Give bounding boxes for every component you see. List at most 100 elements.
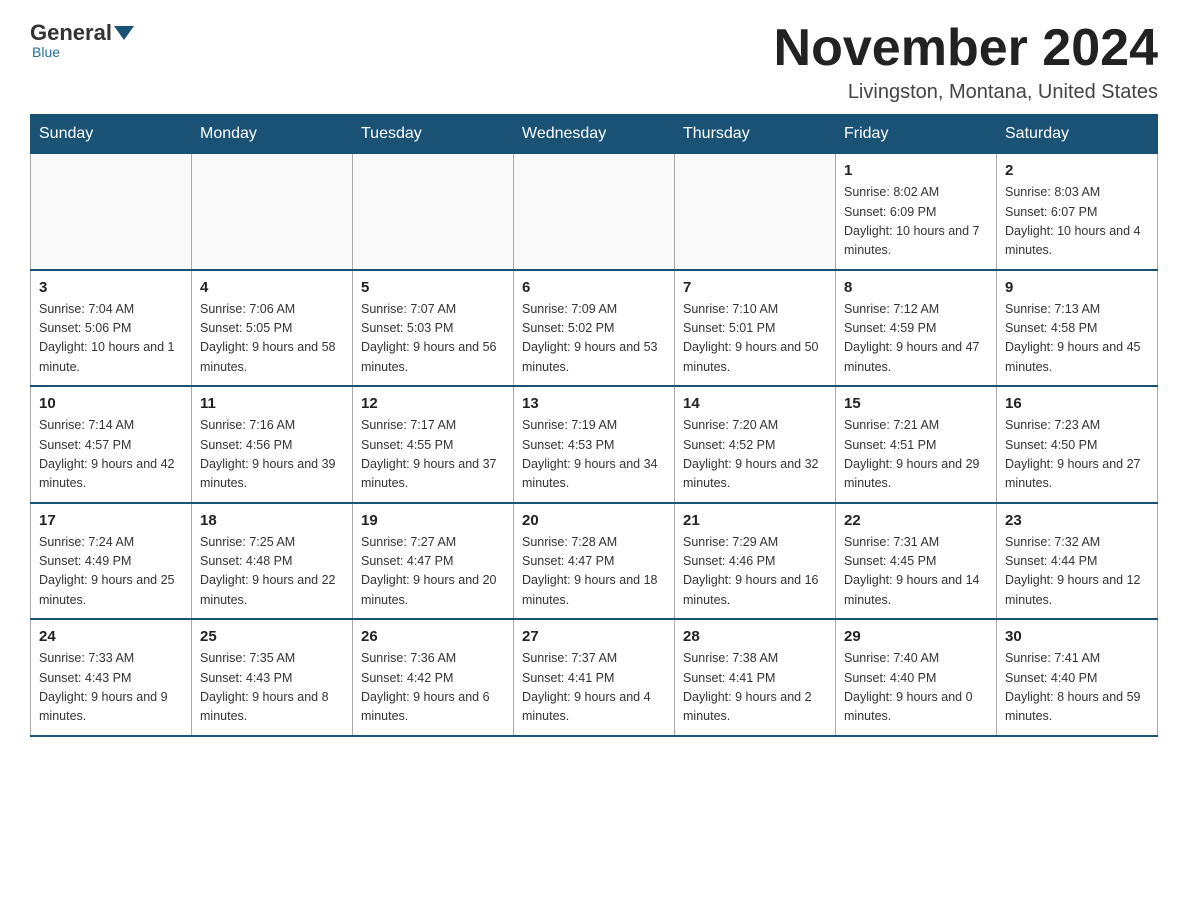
day-number: 4 [200,279,344,296]
day-number: 17 [39,512,183,529]
sun-info: Sunrise: 7:32 AMSunset: 4:44 PMDaylight:… [1005,533,1149,611]
calendar-cell: 21 Sunrise: 7:29 AMSunset: 4:46 PMDayligh… [675,503,836,620]
sun-info: Sunrise: 7:35 AMSunset: 4:43 PMDaylight:… [200,649,344,727]
sun-info: Sunrise: 7:38 AMSunset: 4:41 PMDaylight:… [683,649,827,727]
sun-info: Sunrise: 7:29 AMSunset: 4:46 PMDaylight:… [683,533,827,611]
title-block: November 2024 Livingston, Montana, Unite… [774,20,1158,104]
day-number: 2 [1005,162,1149,179]
calendar-cell: 7Sunrise: 7:10 AMSunset: 5:01 PMDaylight… [675,270,836,387]
calendar-cell: 15 Sunrise: 7:21 AMSunset: 4:51 PMDayligh… [836,386,997,503]
calendar-cell: 30Sunrise: 7:41 AMSunset: 4:40 PMDayligh… [997,619,1158,736]
day-number: 16 [1005,395,1149,412]
day-number: 8 [844,279,988,296]
calendar-cell: 8 Sunrise: 7:12 AMSunset: 4:59 PMDaylight… [836,270,997,387]
sun-info: Sunrise: 7:10 AMSunset: 5:01 PMDaylight:… [683,300,827,378]
day-number: 27 [522,628,666,645]
day-number: 10 [39,395,183,412]
day-number: 12 [361,395,505,412]
weekday-header-friday: Friday [836,115,997,154]
day-number: 9 [1005,279,1149,296]
calendar-cell: 25Sunrise: 7:35 AMSunset: 4:43 PMDayligh… [192,619,353,736]
calendar-cell: 27 Sunrise: 7:37 AMSunset: 4:41 PMDayligh… [514,619,675,736]
sun-info: Sunrise: 7:27 AMSunset: 4:47 PMDaylight:… [361,533,505,611]
sun-info: Sunrise: 7:12 AMSunset: 4:59 PMDaylight:… [844,300,988,378]
weekday-header-thursday: Thursday [675,115,836,154]
calendar-cell: 20 Sunrise: 7:28 AMSunset: 4:47 PMDayligh… [514,503,675,620]
day-number: 18 [200,512,344,529]
weekday-header-row: SundayMondayTuesdayWednesdayThursdayFrid… [31,115,1158,154]
calendar-cell [31,154,192,270]
weekday-header-wednesday: Wednesday [514,115,675,154]
sun-info: Sunrise: 7:40 AMSunset: 4:40 PMDaylight:… [844,649,988,727]
sun-info: Sunrise: 7:20 AMSunset: 4:52 PMDaylight:… [683,416,827,494]
sun-info: Sunrise: 7:09 AMSunset: 5:02 PMDaylight:… [522,300,666,378]
day-number: 15 [844,395,988,412]
day-number: 11 [200,395,344,412]
calendar-cell: 28Sunrise: 7:38 AMSunset: 4:41 PMDayligh… [675,619,836,736]
day-number: 26 [361,628,505,645]
calendar-cell: 29 Sunrise: 7:40 AMSunset: 4:40 PMDayligh… [836,619,997,736]
logo-general: General [30,20,112,46]
calendar-cell: 17Sunrise: 7:24 AMSunset: 4:49 PMDayligh… [31,503,192,620]
sun-info: Sunrise: 7:07 AMSunset: 5:03 PMDaylight:… [361,300,505,378]
sun-info: Sunrise: 7:41 AMSunset: 4:40 PMDaylight:… [1005,649,1149,727]
sun-info: Sunrise: 7:21 AMSunset: 4:51 PMDaylight:… [844,416,988,494]
weekday-header-sunday: Sunday [31,115,192,154]
calendar-cell: 12 Sunrise: 7:17 AMSunset: 4:55 PMDayligh… [353,386,514,503]
calendar-cell [353,154,514,270]
weekday-header-monday: Monday [192,115,353,154]
month-title: November 2024 [774,20,1158,77]
sun-info: Sunrise: 7:28 AMSunset: 4:47 PMDaylight:… [522,533,666,611]
day-number: 24 [39,628,183,645]
sun-info: Sunrise: 7:14 AMSunset: 4:57 PMDaylight:… [39,416,183,494]
calendar-cell: 11Sunrise: 7:16 AMSunset: 4:56 PMDayligh… [192,386,353,503]
calendar-week-row: 1Sunrise: 8:02 AMSunset: 6:09 PMDaylight… [31,154,1158,270]
day-number: 13 [522,395,666,412]
day-number: 14 [683,395,827,412]
calendar-cell: 22 Sunrise: 7:31 AMSunset: 4:45 PMDayligh… [836,503,997,620]
calendar-cell: 5 Sunrise: 7:07 AMSunset: 5:03 PMDaylight… [353,270,514,387]
calendar-week-row: 10 Sunrise: 7:14 AMSunset: 4:57 PMDayligh… [31,386,1158,503]
day-number: 21 [683,512,827,529]
day-number: 1 [844,162,988,179]
calendar-cell: 23 Sunrise: 7:32 AMSunset: 4:44 PMDayligh… [997,503,1158,620]
calendar-week-row: 17Sunrise: 7:24 AMSunset: 4:49 PMDayligh… [31,503,1158,620]
sun-info: Sunrise: 7:33 AMSunset: 4:43 PMDaylight:… [39,649,183,727]
logo: General Blue [30,20,136,60]
day-number: 5 [361,279,505,296]
sun-info: Sunrise: 8:03 AMSunset: 6:07 PMDaylight:… [1005,183,1149,261]
calendar-week-row: 24 Sunrise: 7:33 AMSunset: 4:43 PMDayligh… [31,619,1158,736]
day-number: 29 [844,628,988,645]
sun-info: Sunrise: 7:31 AMSunset: 4:45 PMDaylight:… [844,533,988,611]
logo-text: General [30,20,136,46]
calendar-cell: 2 Sunrise: 8:03 AMSunset: 6:07 PMDaylight… [997,154,1158,270]
sun-info: Sunrise: 7:19 AMSunset: 4:53 PMDaylight:… [522,416,666,494]
sun-info: Sunrise: 7:17 AMSunset: 4:55 PMDaylight:… [361,416,505,494]
sun-info: Sunrise: 7:25 AMSunset: 4:48 PMDaylight:… [200,533,344,611]
sun-info: Sunrise: 7:04 AMSunset: 5:06 PMDaylight:… [39,300,183,378]
day-number: 3 [39,279,183,296]
calendar-cell: 10 Sunrise: 7:14 AMSunset: 4:57 PMDayligh… [31,386,192,503]
page-header: General Blue November 2024 Livingston, M… [30,20,1158,104]
weekday-header-tuesday: Tuesday [353,115,514,154]
sun-info: Sunrise: 7:06 AMSunset: 5:05 PMDaylight:… [200,300,344,378]
calendar-cell: 16Sunrise: 7:23 AMSunset: 4:50 PMDayligh… [997,386,1158,503]
day-number: 23 [1005,512,1149,529]
sun-info: Sunrise: 7:13 AMSunset: 4:58 PMDaylight:… [1005,300,1149,378]
calendar-cell: 3 Sunrise: 7:04 AMSunset: 5:06 PMDaylight… [31,270,192,387]
calendar-week-row: 3 Sunrise: 7:04 AMSunset: 5:06 PMDaylight… [31,270,1158,387]
calendar-cell: 19 Sunrise: 7:27 AMSunset: 4:47 PMDayligh… [353,503,514,620]
day-number: 22 [844,512,988,529]
calendar-cell: 14 Sunrise: 7:20 AMSunset: 4:52 PMDayligh… [675,386,836,503]
calendar-cell: 6 Sunrise: 7:09 AMSunset: 5:02 PMDaylight… [514,270,675,387]
day-number: 19 [361,512,505,529]
weekday-header-saturday: Saturday [997,115,1158,154]
calendar-cell [192,154,353,270]
sun-info: Sunrise: 7:37 AMSunset: 4:41 PMDaylight:… [522,649,666,727]
logo-blue: Blue [32,44,60,60]
sun-info: Sunrise: 7:36 AMSunset: 4:42 PMDaylight:… [361,649,505,727]
location: Livingston, Montana, United States [774,81,1158,104]
day-number: 20 [522,512,666,529]
calendar-cell: 9 Sunrise: 7:13 AMSunset: 4:58 PMDaylight… [997,270,1158,387]
day-number: 6 [522,279,666,296]
